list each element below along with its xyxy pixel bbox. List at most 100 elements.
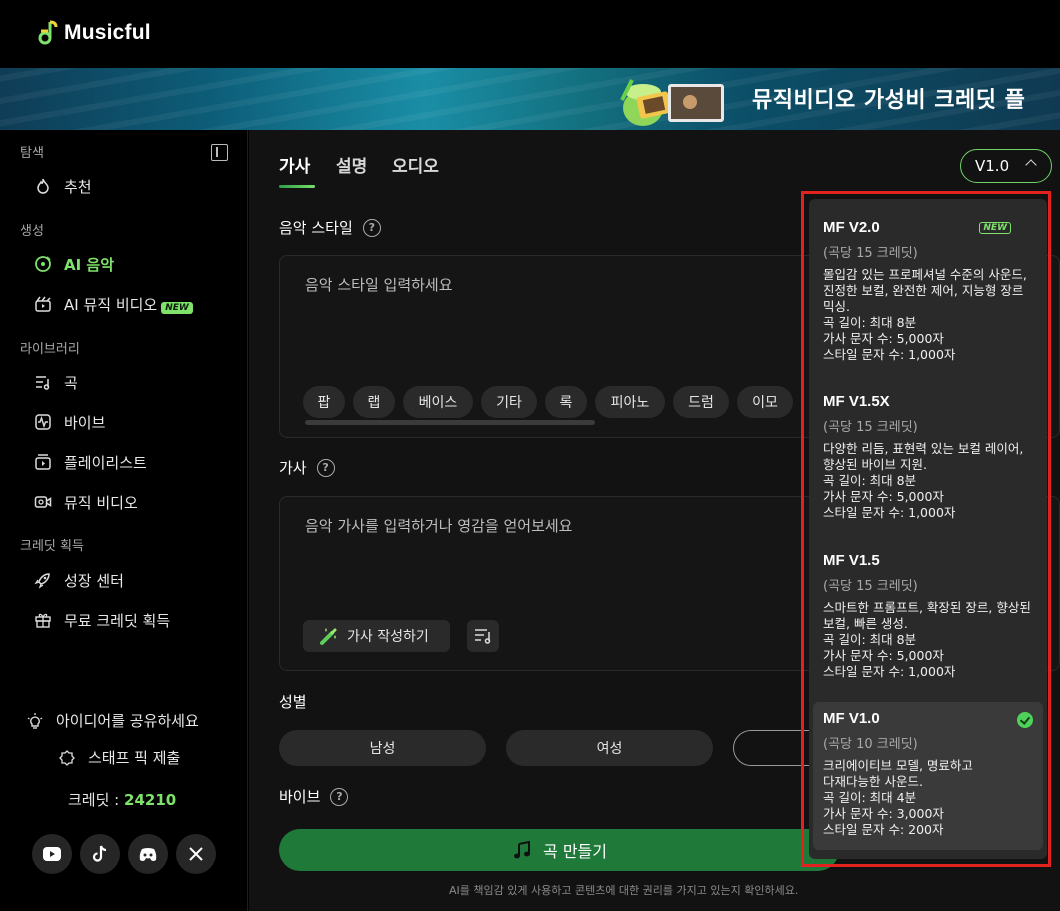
sidebar-item-ai-music-video[interactable]: AI 뮤직 비디오 NEW: [34, 292, 193, 316]
help-icon[interactable]: ?: [362, 218, 381, 237]
share-ideas-label: 아이디어를 공유하세요: [56, 712, 199, 730]
version-spec: 가사 문자 수: 5,000자: [823, 489, 944, 504]
write-lyrics-button[interactable]: 가사 작성하기: [303, 620, 450, 652]
style-chip[interactable]: 드럼: [673, 386, 729, 418]
sidebar-item-growth-center[interactable]: 성장 센터: [34, 568, 124, 592]
sidebar-item-music-video[interactable]: 뮤직 비디오: [34, 490, 138, 514]
section-label-library: 라이브러리: [20, 342, 80, 357]
version-value: V1.0: [975, 157, 1010, 175]
app-logo[interactable]: Musicful: [36, 20, 151, 46]
style-label: 음악 스타일 ?: [279, 217, 381, 238]
lightbulb-icon: [27, 712, 43, 729]
collapse-sidebar-icon[interactable]: [211, 144, 228, 161]
tab-description[interactable]: 설명: [336, 152, 367, 177]
version-spec: 가사 문자 수: 5,000자: [823, 331, 944, 346]
version-cost: (곡당 15 크레딧): [823, 246, 918, 261]
create-song-button[interactable]: 곡 만들기: [279, 829, 839, 871]
style-chip[interactable]: 피아노: [595, 386, 665, 418]
style-chip[interactable]: 베이스: [403, 386, 473, 418]
sidebar-item-label: 성장 센터: [64, 571, 124, 590]
sidebar-item-playlist[interactable]: 플레이리스트: [34, 450, 147, 474]
style-chip[interactable]: 팝: [303, 386, 345, 418]
musicful-logo-icon: [38, 20, 58, 45]
version-option-v2-0[interactable]: MF V2.0 NEW (곡당 15 크레딧) 몰입감 있는 프로페셔널 수준의…: [813, 205, 1043, 365]
version-spec: 스타일 문자 수: 1,000자: [823, 505, 956, 520]
submit-pick-label: 스태프 픽 제출: [88, 749, 181, 767]
music-disc-icon: [35, 256, 51, 272]
version-option-v1-5[interactable]: MF V1.5 (곡당 15 크레딧) 스마트한 프롬프트, 확장된 장르, 향…: [813, 538, 1043, 688]
section-label-explore: 탐색: [20, 146, 44, 161]
share-ideas-link[interactable]: 아이디어를 공유하세요: [26, 710, 199, 731]
style-chip[interactable]: 이모: [737, 386, 793, 418]
song-list-icon: [36, 376, 50, 390]
create-song-label: 곡 만들기: [543, 842, 607, 861]
version-description: 다양한 리듬, 표현력 있는 보컬 레이어, 향상된 바이브 지원.: [823, 441, 1024, 472]
banner-text: 뮤직비디오 가성비 크레딧 플: [752, 88, 1026, 113]
version-spec: 스타일 문자 수: 1,000자: [823, 347, 956, 362]
version-dropdown: MF V2.0 NEW (곡당 15 크레딧) 몰입감 있는 프로페셔널 수준의…: [809, 199, 1047, 859]
new-badge: NEW: [161, 301, 193, 314]
version-selector[interactable]: V1.0: [960, 149, 1052, 183]
tab-audio[interactable]: 오디오: [392, 152, 439, 177]
version-option-v1-0[interactable]: MF V1.0 (곡당 10 크레딧) 크리에이티브 모델, 명료하고 다재다능…: [813, 702, 1043, 850]
chevron-up-icon: [1025, 159, 1037, 171]
music-note-icon: [514, 840, 531, 859]
style-chip[interactable]: 록: [545, 386, 587, 418]
sidebar-item-label: AI 뮤직 비디오 NEW: [64, 294, 193, 315]
x-button[interactable]: [176, 834, 216, 874]
version-option-v1-5x[interactable]: MF V1.5X (곡당 15 크레딧) 다양한 리듬, 표현력 있는 보컬 레…: [813, 379, 1043, 524]
discord-button[interactable]: [128, 834, 168, 874]
version-name: MF V1.0: [823, 710, 880, 727]
submit-staff-pick-link[interactable]: 스태프 픽 제출: [58, 747, 180, 768]
sidebar-item-label: 곡: [64, 373, 78, 392]
version-description: 몰입감 있는 프로페셔널 수준의 사운드, 진정한 보컬, 완전한 제어, 지능…: [823, 267, 1027, 314]
sidebar-item-recommend[interactable]: 추천: [34, 174, 92, 198]
version-spec: 스타일 문자 수: 200자: [823, 822, 944, 837]
style-chip[interactable]: 기타: [481, 386, 537, 418]
help-icon[interactable]: ?: [330, 787, 349, 806]
badge-star-icon: [59, 749, 75, 766]
promo-banner[interactable]: 뮤직비디오 가성비 크레딧 플: [0, 68, 1060, 130]
gender-female-button[interactable]: 여성: [506, 730, 713, 766]
vibe-label-text: 바이브: [279, 788, 321, 806]
sidebar-item-label: AI 음악: [64, 255, 115, 274]
style-placeholder: 음악 스타일 입력하세요: [305, 276, 453, 294]
sidebar-item-label: 뮤직 비디오: [64, 493, 138, 512]
rocket-icon: [34, 573, 50, 589]
version-spec: 곡 길이: 최대 8분: [823, 315, 917, 330]
help-icon[interactable]: ?: [316, 458, 335, 477]
waveform-icon: [35, 414, 51, 430]
tab-lyrics[interactable]: 가사: [279, 152, 310, 177]
chips-scrollbar[interactable]: [305, 420, 595, 425]
lyrics-placeholder: 음악 가사를 입력하거나 영감을 얻어보세요: [305, 517, 573, 535]
sidebar-item-songs[interactable]: 곡: [34, 370, 78, 394]
credits-label: 크레딧 :: [68, 791, 120, 809]
version-spec: 곡 길이: 최대 8분: [823, 632, 917, 647]
sidebar-item-free-credits[interactable]: 무료 크레딧 획득: [34, 608, 170, 632]
tiktok-icon: [92, 845, 107, 862]
style-chip[interactable]: 랩: [353, 386, 395, 418]
version-spec: 가사 문자 수: 3,000자: [823, 806, 944, 821]
sidebar-item-ai-music[interactable]: AI 음악: [34, 252, 114, 276]
video-clapper-icon: [35, 296, 51, 312]
youtube-button[interactable]: [32, 834, 72, 874]
tiktok-button[interactable]: [80, 834, 120, 874]
magic-pen-icon: [320, 628, 337, 645]
version-cost: (곡당 15 크레딧): [823, 579, 918, 594]
youtube-icon: [43, 847, 61, 861]
version-cost: (곡당 15 크레딧): [823, 420, 918, 435]
version-name: MF V1.5X: [823, 393, 890, 410]
version-spec: 곡 길이: 최대 4분: [823, 790, 917, 805]
lyrics-label-text: 가사: [279, 459, 307, 477]
credits-value: 24210: [124, 791, 177, 809]
lyrics-label: 가사 ?: [279, 457, 335, 478]
version-spec: 가사 문자 수: 5,000자: [823, 648, 944, 663]
sidebar-item-label: 플레이리스트: [64, 453, 147, 472]
lyrics-format-button[interactable]: [467, 620, 499, 652]
sidebar-item-vibe[interactable]: 바이브: [34, 410, 105, 434]
gender-label: 성별: [279, 691, 307, 712]
gender-male-button[interactable]: 남성: [279, 730, 486, 766]
active-tab-indicator: [279, 185, 315, 188]
app-name: Musicful: [64, 21, 151, 44]
disclaimer-text: AI를 책임감 있게 사용하고 콘텐츠에 대한 권리를 가지고 있는지 확인하세…: [449, 884, 799, 897]
